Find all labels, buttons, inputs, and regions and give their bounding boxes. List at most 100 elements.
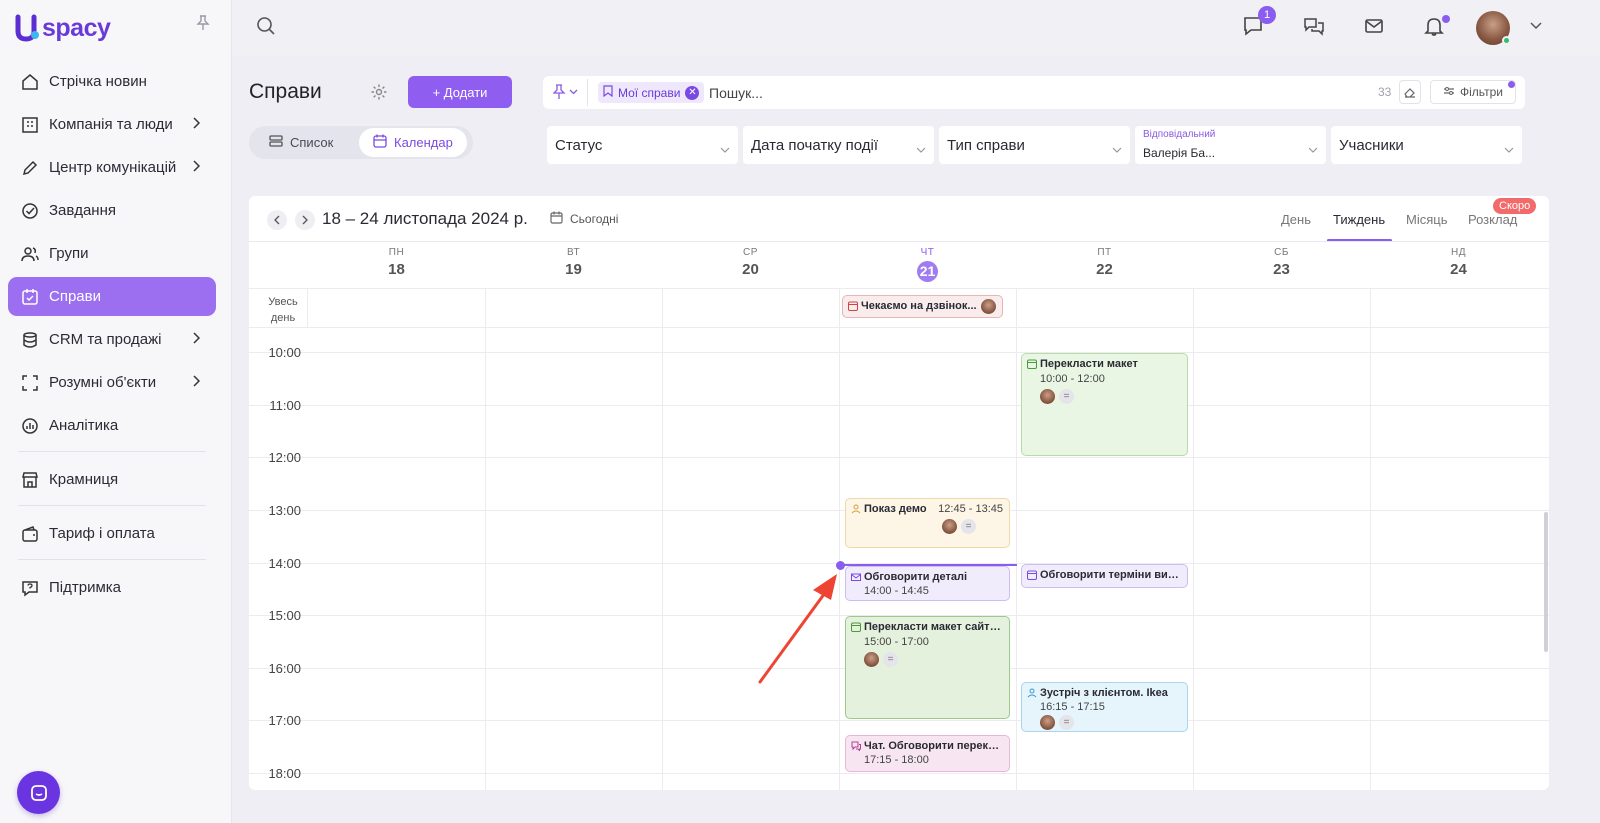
sidebar-item-smart-objects[interactable]: Розумні об'єкти	[8, 363, 216, 402]
tab-week[interactable]: Тиждень	[1333, 212, 1385, 227]
grid-line	[485, 288, 486, 790]
sidebar-item-analytics[interactable]: Аналітика	[8, 406, 216, 445]
tab-day[interactable]: День	[1281, 212, 1311, 227]
sidebar-item-tasks[interactable]: Завдання	[8, 191, 216, 230]
event-translate-site[interactable]: Перекласти макет сайту... 15:00 - 17:00 …	[845, 616, 1010, 719]
grid-line	[1370, 288, 1371, 790]
tab-list-label: Список	[290, 135, 334, 150]
mail-icon[interactable]	[1362, 14, 1386, 38]
sidebar-item-billing[interactable]: Тариф і оплата	[8, 514, 216, 553]
tab-list[interactable]: Список	[255, 128, 347, 157]
time-label: 12:00	[268, 450, 301, 465]
chevron-down-icon	[720, 140, 730, 157]
day-date: 24	[1450, 261, 1467, 278]
event-meeting-ikea[interactable]: Зустріч з клієнтом. Ikea 16:15 - 17:15 =	[1021, 682, 1188, 732]
chat-event-icon	[851, 741, 861, 752]
time-label: 15:00	[268, 608, 301, 623]
sidebar-item-label: Аналітика	[49, 417, 119, 434]
store-icon	[20, 470, 40, 490]
event-title: Чекаємо на дзвінок...	[861, 300, 977, 312]
event-participants: =	[942, 519, 1003, 534]
sidebar-item-store[interactable]: Крамниця	[8, 460, 216, 499]
participants-select-label: Учасники	[1339, 137, 1404, 154]
chevron-down-icon	[1112, 140, 1122, 157]
divider	[18, 505, 206, 506]
grid-line	[249, 327, 1549, 328]
event-allday[interactable]: Чекаємо на дзвінок...	[842, 295, 1003, 318]
clear-filter-button[interactable]	[1399, 80, 1421, 104]
event-time: 14:00 - 14:45	[864, 585, 929, 597]
event-time: 12:45 - 13:45	[938, 503, 1003, 515]
sidebar-item-communications[interactable]: Центр комунікацій	[8, 148, 216, 187]
filter-bar: Мої справи ✕ 33 Фільтри	[543, 76, 1525, 109]
sidebar-item-news[interactable]: Стрічка новин	[8, 62, 216, 101]
bookmark-icon	[603, 85, 613, 100]
day-header-sat: СБ 23	[1193, 247, 1370, 278]
user-event-icon	[1027, 688, 1037, 698]
eraser-icon	[1404, 88, 1415, 98]
help-icon	[20, 578, 40, 598]
today-button[interactable]: Сьогодні	[550, 211, 618, 227]
chats-icon[interactable]	[1302, 14, 1326, 38]
app-logo[interactable]: spacy	[14, 12, 111, 44]
tab-calendar[interactable]: Календар	[359, 128, 467, 157]
event-discuss-terms[interactable]: Обговорити терміни вик...	[1021, 564, 1188, 588]
chevron-down-icon	[1504, 140, 1514, 157]
sidebar: spacy Стрічка новин Компанія та люди Цен…	[0, 0, 232, 823]
sidebar-item-cases[interactable]: Справи	[8, 277, 216, 316]
pin-sidebar-icon[interactable]	[196, 15, 210, 35]
notification-dot	[1442, 15, 1450, 23]
top-bar	[232, 0, 1600, 56]
tab-schedule[interactable]: Розклад	[1468, 212, 1517, 227]
sidebar-item-company[interactable]: Компанія та люди	[8, 105, 216, 144]
sidebar-item-support[interactable]: Підтримка	[8, 568, 216, 607]
day-name: ЧТ	[920, 247, 935, 258]
wallet-icon	[20, 524, 40, 544]
filter-tag-my-cases[interactable]: Мої справи ✕	[598, 82, 705, 103]
messages-badge: 1	[1258, 6, 1276, 24]
more-participants-icon: =	[1059, 715, 1074, 730]
global-search-icon[interactable]	[256, 16, 276, 41]
event-title: Чат. Обговорити перекл...	[864, 740, 1003, 752]
today-label: Сьогодні	[570, 212, 619, 226]
case-type-select-label: Тип справи	[947, 137, 1025, 154]
event-discuss-details[interactable]: Обговорити деталі 14:00 - 14:45	[845, 566, 1010, 601]
home-icon	[20, 72, 40, 92]
event-chat-discuss[interactable]: Чат. Обговорити перекл... 17:15 - 18:00	[845, 735, 1010, 772]
filters-button[interactable]: Фільтри	[1430, 80, 1516, 104]
event-time: 16:15 - 17:15	[1040, 701, 1105, 713]
settings-gear-icon[interactable]	[370, 83, 388, 106]
pin-filter-icon[interactable]	[552, 84, 579, 105]
participants-select[interactable]: Учасники	[1331, 126, 1522, 164]
sidebar-item-crm[interactable]: CRM та продажі	[8, 320, 216, 359]
chat-widget-button[interactable]	[17, 771, 60, 814]
add-button[interactable]: + Додати	[408, 76, 512, 108]
case-type-select[interactable]: Тип справи	[939, 126, 1130, 164]
status-select[interactable]: Статус	[547, 126, 738, 164]
annotation-arrow-icon	[758, 574, 837, 684]
start-date-select[interactable]: Дата початку події	[743, 126, 934, 164]
event-translate-layout[interactable]: Перекласти макет 10:00 - 12:00 =	[1021, 353, 1188, 456]
event-avatar	[981, 299, 996, 314]
users-event-icon	[851, 504, 861, 514]
scrollbar[interactable]	[1544, 512, 1548, 652]
day-header-thu: ЧТ 21	[839, 247, 1016, 282]
event-demo[interactable]: Показ демо 12:45 - 13:45 =	[845, 498, 1010, 548]
sliders-icon	[1443, 85, 1455, 99]
calendar-icon	[550, 211, 563, 227]
event-title: Перекласти макет сайту...	[864, 621, 1003, 633]
search-input[interactable]	[709, 82, 1309, 103]
prev-week-button[interactable]	[267, 210, 287, 230]
time-label: 16:00	[268, 661, 301, 676]
current-time-line	[840, 564, 1017, 566]
chevron-down-icon[interactable]	[1524, 14, 1548, 38]
remove-tag-icon[interactable]: ✕	[685, 85, 700, 100]
next-week-button[interactable]	[295, 210, 315, 230]
day-header-sun: НД 24	[1370, 247, 1547, 278]
company-icon	[20, 115, 40, 135]
sidebar-item-groups[interactable]: Групи	[8, 234, 216, 273]
tab-month[interactable]: Місяць	[1406, 212, 1447, 227]
responsible-select[interactable]: Відповідальний Валерія Ба...	[1135, 126, 1326, 164]
divider	[249, 241, 1549, 242]
time-label: 14:00	[268, 556, 301, 571]
